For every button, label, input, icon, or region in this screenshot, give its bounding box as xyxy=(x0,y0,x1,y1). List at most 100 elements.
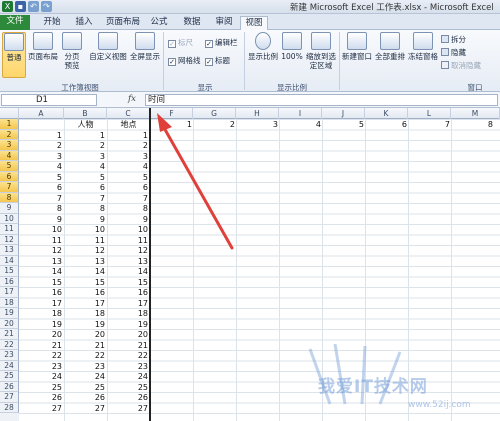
save-icon[interactable]: ▪ xyxy=(15,1,26,12)
headings-checkbox[interactable]: ✓ 标题 xyxy=(205,56,230,66)
row-header-10[interactable]: 10 xyxy=(0,213,19,224)
zoom-100-button[interactable]: 100% xyxy=(281,32,303,78)
cell-a9[interactable]: 8 xyxy=(19,203,64,214)
cell-b11[interactable]: 10 xyxy=(64,224,107,235)
cell-a10[interactable]: 9 xyxy=(19,214,64,225)
cell-b14[interactable]: 13 xyxy=(64,256,107,267)
page-break-preview-button[interactable]: 分页预览 xyxy=(60,32,84,78)
cell-b10[interactable]: 9 xyxy=(64,214,107,225)
cell-g1[interactable]: 2 xyxy=(194,119,237,130)
cell-b21[interactable]: 20 xyxy=(64,329,107,340)
row-header-4[interactable]: 4 xyxy=(0,150,19,161)
cell-b18[interactable]: 17 xyxy=(64,298,107,309)
cell-c19[interactable]: 18 xyxy=(107,308,150,319)
cell-a8[interactable]: 7 xyxy=(19,193,64,204)
cell-c2[interactable]: 1 xyxy=(107,130,150,141)
arrange-all-button[interactable]: 全部重排 xyxy=(374,32,406,78)
cell-c26[interactable]: 25 xyxy=(107,382,150,393)
column-header-k[interactable]: K xyxy=(365,108,408,119)
formula-bar-checkbox[interactable]: ✓ 编辑栏 xyxy=(205,38,238,48)
row-header-20[interactable]: 20 xyxy=(0,318,19,329)
cell-c7[interactable]: 6 xyxy=(107,182,150,193)
cell-b7[interactable]: 6 xyxy=(64,182,107,193)
gridlines-checkbox[interactable]: ✓ 网格线 xyxy=(168,56,201,66)
cell-c25[interactable]: 24 xyxy=(107,371,150,382)
cell-b15[interactable]: 14 xyxy=(64,266,107,277)
row-header-21[interactable]: 21 xyxy=(0,329,19,340)
cell-b8[interactable]: 7 xyxy=(64,193,107,204)
column-header-a[interactable]: A xyxy=(19,108,64,119)
unhide-button[interactable]: 取消隐藏 xyxy=(441,61,481,71)
row-header-14[interactable]: 14 xyxy=(0,255,19,266)
row-header-18[interactable]: 18 xyxy=(0,297,19,308)
cell-i1[interactable]: 4 xyxy=(280,119,323,130)
row-header-6[interactable]: 6 xyxy=(0,171,19,182)
cell-c6[interactable]: 5 xyxy=(107,172,150,183)
row-header-13[interactable]: 13 xyxy=(0,245,19,256)
cell-j1[interactable]: 5 xyxy=(323,119,366,130)
cell-c17[interactable]: 16 xyxy=(107,287,150,298)
cell-b23[interactable]: 22 xyxy=(64,350,107,361)
row-header-11[interactable]: 11 xyxy=(0,224,19,235)
cell-a15[interactable]: 14 xyxy=(19,266,64,277)
zoom-to-selection-button[interactable]: 缩放到选定区域 xyxy=(305,32,337,78)
cell-b28[interactable]: 27 xyxy=(64,403,107,414)
cell-a26[interactable]: 25 xyxy=(19,382,64,393)
cell-a4[interactable]: 3 xyxy=(19,151,64,162)
name-box[interactable]: D1 xyxy=(1,94,97,106)
cell-b3[interactable]: 2 xyxy=(64,140,107,151)
tab-view[interactable]: 视图 xyxy=(240,16,268,30)
row-header-25[interactable]: 25 xyxy=(0,371,19,382)
cell-a19[interactable]: 18 xyxy=(19,308,64,319)
cell-c1[interactable]: 地点 xyxy=(107,119,150,130)
row-header-27[interactable]: 27 xyxy=(0,392,19,403)
row-header-26[interactable]: 26 xyxy=(0,381,19,392)
cell-b13[interactable]: 12 xyxy=(64,245,107,256)
cell-a17[interactable]: 16 xyxy=(19,287,64,298)
cell-c16[interactable]: 15 xyxy=(107,277,150,288)
hide-button[interactable]: 隐藏 xyxy=(441,48,466,58)
ruler-checkbox[interactable]: ✓ 标尺 xyxy=(168,38,193,48)
tab-insert[interactable]: 插入 xyxy=(70,16,98,30)
zoom-button[interactable]: 显示比例 xyxy=(247,32,279,78)
cell-l1[interactable]: 7 xyxy=(409,119,452,130)
column-header-j[interactable]: J xyxy=(322,108,365,119)
cell-b25[interactable]: 24 xyxy=(64,371,107,382)
custom-view-button[interactable]: 自定义视图 xyxy=(88,32,128,78)
tab-formulas[interactable]: 公式 xyxy=(145,16,173,30)
cell-c14[interactable]: 13 xyxy=(107,256,150,267)
row-header-19[interactable]: 19 xyxy=(0,308,19,319)
cell-c9[interactable]: 8 xyxy=(107,203,150,214)
cell-b9[interactable]: 8 xyxy=(64,203,107,214)
cell-a27[interactable]: 26 xyxy=(19,392,64,403)
cell-a11[interactable]: 10 xyxy=(19,224,64,235)
row-header-9[interactable]: 9 xyxy=(0,203,19,214)
row-header-24[interactable]: 24 xyxy=(0,360,19,371)
row-header-12[interactable]: 12 xyxy=(0,234,19,245)
cell-c23[interactable]: 22 xyxy=(107,350,150,361)
cell-a24[interactable]: 23 xyxy=(19,361,64,372)
row-header-2[interactable]: 2 xyxy=(0,129,19,140)
cell-b5[interactable]: 4 xyxy=(64,161,107,172)
row-header-28[interactable]: 28 xyxy=(0,402,19,413)
cell-c15[interactable]: 14 xyxy=(107,266,150,277)
cell-a3[interactable]: 2 xyxy=(19,140,64,151)
cell-c22[interactable]: 21 xyxy=(107,340,150,351)
cell-a25[interactable]: 24 xyxy=(19,371,64,382)
cell-a21[interactable]: 20 xyxy=(19,329,64,340)
cell-b19[interactable]: 18 xyxy=(64,308,107,319)
tab-data[interactable]: 数据 xyxy=(178,16,206,30)
cell-h1[interactable]: 3 xyxy=(237,119,280,130)
cell-c11[interactable]: 10 xyxy=(107,224,150,235)
cell-c27[interactable]: 26 xyxy=(107,392,150,403)
cell-a20[interactable]: 19 xyxy=(19,319,64,330)
column-header-c[interactable]: C xyxy=(107,108,150,119)
cell-c8[interactable]: 7 xyxy=(107,193,150,204)
new-window-button[interactable]: 新建窗口 xyxy=(341,32,373,78)
cell-b6[interactable]: 5 xyxy=(64,172,107,183)
cell-f1[interactable]: 1 xyxy=(152,119,194,130)
cell-b22[interactable]: 21 xyxy=(64,340,107,351)
select-all-corner[interactable] xyxy=(0,108,19,119)
cell-k1[interactable]: 6 xyxy=(366,119,409,130)
row-header-22[interactable]: 22 xyxy=(0,339,19,350)
